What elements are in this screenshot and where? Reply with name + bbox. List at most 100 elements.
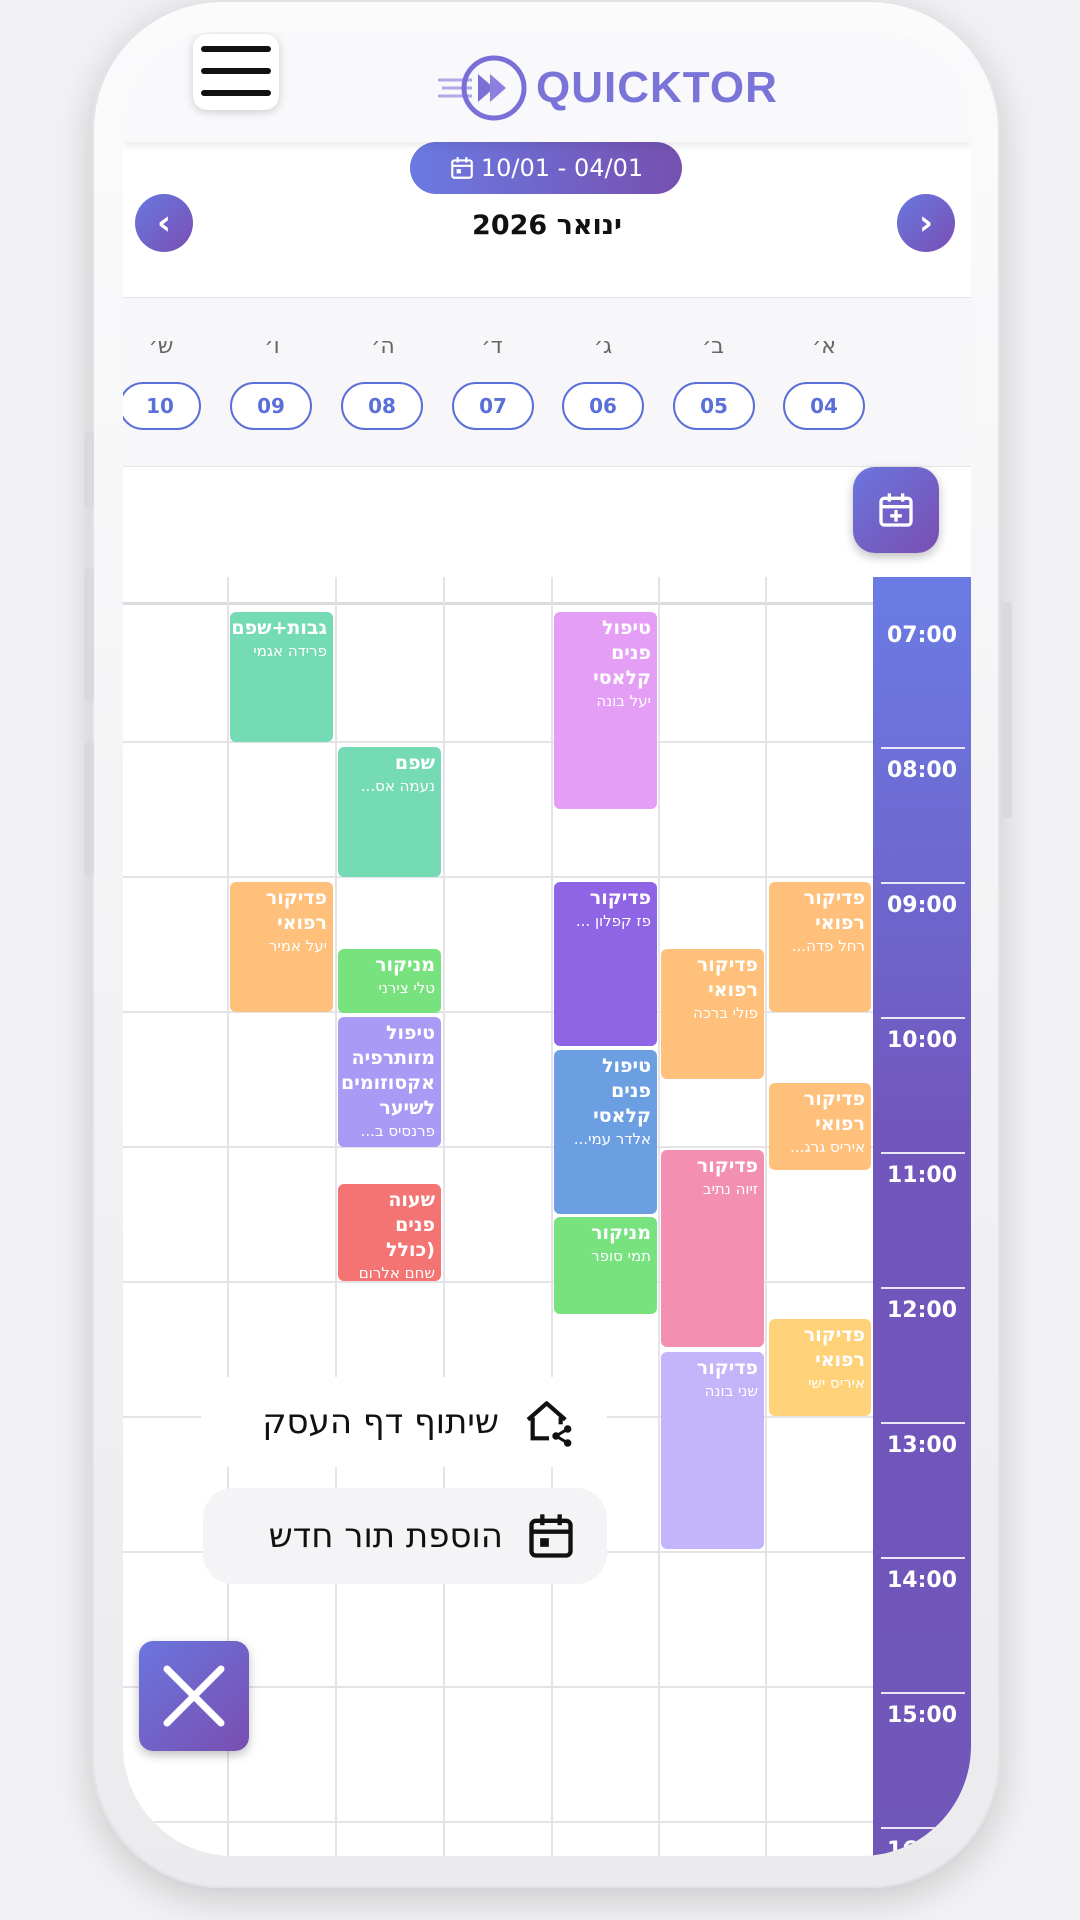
appointment-card[interactable]: פדיקור רפואי רחל פדה... <box>769 882 871 1012</box>
add-new-appointment-option[interactable]: הוספת תור חדש <box>203 1488 607 1584</box>
hamburger-menu-button[interactable] <box>193 34 279 110</box>
appointment-card[interactable]: פדיקור זיוה נתיב <box>661 1150 764 1347</box>
date-range-pill[interactable]: 10/01 - 04/01 <box>410 142 682 194</box>
side-button <box>84 742 94 876</box>
appointment-client: איריס ישי <box>807 1374 865 1392</box>
grid-divider <box>881 882 965 884</box>
appointment-title: פדיקור רפואי <box>265 887 327 934</box>
appointment-card[interactable]: פדיקור רפואי פולי ברכה <box>661 949 764 1079</box>
day-label: ב׳ <box>702 334 724 359</box>
day-chip-06[interactable]: 06 <box>562 382 644 430</box>
appointment-title: פדיקור רפואי <box>803 1088 865 1135</box>
add-appointment-label: הוספת תור חדש <box>268 1516 503 1556</box>
appointment-title: טיפול מזותרפיה אקסוזומים לשיער <box>341 1022 435 1119</box>
grid-divider <box>881 1152 965 1154</box>
appointment-client: שחם אלרום <box>358 1264 435 1281</box>
time-label: 08:00 <box>886 758 958 783</box>
appointment-client: זיוה נתיב <box>702 1180 758 1198</box>
appointment-card[interactable]: פדיקור רפואי איריס ישי <box>769 1319 871 1416</box>
share-label: שיתוף דף העסק <box>262 1402 499 1442</box>
appointment-title: פדיקור רפואי <box>696 954 758 1001</box>
grid-divider <box>658 577 660 1856</box>
day-chip-04[interactable]: 04 <box>783 382 865 430</box>
appointment-client: טלי צירני <box>378 979 435 997</box>
time-column: 07:00 08:00 09:00 10:00 11:00 12:00 13:0… <box>873 577 971 1856</box>
appointment-client: פרנסיס ב... <box>360 1122 435 1140</box>
grid-divider <box>123 1821 873 1823</box>
app-logo: QUICKTOR <box>438 52 778 124</box>
appointment-card[interactable]: טיפול מזותרפיה אקסוזומים לשיער פרנסיס ב.… <box>338 1017 441 1147</box>
day-chip-09[interactable]: 09 <box>230 382 312 430</box>
calendar-icon <box>529 1514 573 1558</box>
day-chip-05[interactable]: 05 <box>673 382 755 430</box>
day-chip-08[interactable]: 08 <box>341 382 423 430</box>
time-label: 15:00 <box>886 1703 958 1728</box>
appointment-card[interactable]: מניקור תמי סופר <box>554 1217 657 1314</box>
grid-divider <box>551 577 553 1856</box>
app-screen: QUICKTOR ‹ › 10/01 - 04/01 ינואר 2026 ש׳… <box>123 32 971 1856</box>
time-label: 09:00 <box>886 893 958 918</box>
date-range-text: 10/01 - 04/01 <box>480 154 644 182</box>
time-label: 10:00 <box>886 1028 958 1053</box>
appointment-title: פדיקור <box>696 1155 758 1177</box>
app-header: QUICKTOR <box>123 32 971 142</box>
appointment-client: אלדר עמי... <box>573 1130 651 1148</box>
grid-divider <box>123 876 873 878</box>
day-label: ג׳ <box>593 334 613 359</box>
day-label: ה׳ <box>371 334 395 359</box>
appointment-client: יעל אמיר <box>268 937 327 955</box>
appointment-client: רחל פדה... <box>791 937 865 955</box>
appointment-title: שעוה פנים (כולל <box>386 1189 435 1261</box>
appointment-title: טיפול פנים קלאסי <box>593 1055 651 1127</box>
appointment-title: גבות+שפם <box>231 617 327 639</box>
side-button <box>84 432 94 508</box>
appointment-card[interactable]: פדיקור פז קפלון ... <box>554 882 657 1046</box>
calendar-icon <box>451 157 473 179</box>
appointment-title: מניקור <box>375 954 435 976</box>
appointment-client: פולי ברכה <box>693 1004 758 1022</box>
day-label: א׳ <box>812 334 836 359</box>
grid-divider <box>881 1827 965 1829</box>
close-menu-button[interactable] <box>139 1641 249 1751</box>
time-label: 11:00 <box>886 1163 958 1188</box>
logo-text: QUICKTOR <box>536 63 778 112</box>
day-label: ד׳ <box>481 334 503 359</box>
day-strip: ש׳ 10 ו׳ 09 ה׳ 08 ד׳ 07 ג׳ 06 ב׳ 05 א׳ 0… <box>123 297 971 467</box>
appointment-card[interactable]: טיפול פנים קלאסי יעל בונה <box>554 612 657 809</box>
appointment-title: פדיקור <box>696 1357 758 1379</box>
side-button <box>84 568 94 702</box>
grid-divider <box>881 747 965 749</box>
appointment-client: תמי סופר <box>591 1247 651 1265</box>
day-label: ש׳ <box>148 334 174 359</box>
share-business-page-option[interactable]: שיתוף דף העסק <box>201 1377 607 1467</box>
time-label: 16:00 <box>886 1838 958 1856</box>
appointment-title: מניקור <box>591 1222 651 1244</box>
appointment-card[interactable]: גבות+שפם פרידה אגמי <box>230 612 333 742</box>
appointment-card[interactable]: פדיקור שני בונה <box>661 1352 764 1549</box>
appointment-title: פדיקור רפואי <box>803 1324 865 1371</box>
add-appointment-button[interactable] <box>853 467 939 553</box>
appointment-card[interactable]: שעוה פנים (כולל שחם אלרום <box>338 1184 441 1281</box>
grid-divider <box>881 1287 965 1289</box>
appointment-client: שני בונה <box>704 1382 758 1400</box>
side-button <box>1002 602 1012 818</box>
close-icon <box>163 1665 225 1727</box>
time-label: 12:00 <box>886 1298 958 1323</box>
appointment-client: נעמה אס... <box>360 777 435 795</box>
appointment-client: איריס גרג... <box>790 1138 865 1156</box>
appointment-card[interactable]: שפם נעמה אס... <box>338 747 441 877</box>
appointment-card[interactable]: מניקור טלי צירני <box>338 949 441 1013</box>
day-chip-07[interactable]: 07 <box>452 382 534 430</box>
appointment-card[interactable]: טיפול פנים קלאסי אלדר עמי... <box>554 1050 657 1214</box>
appointment-card[interactable]: פדיקור רפואי איריס גרג... <box>769 1083 871 1170</box>
calendar-plus-icon <box>879 493 913 527</box>
grid-divider <box>123 1146 873 1148</box>
appointment-title: פדיקור רפואי <box>803 887 865 934</box>
grid-divider <box>881 1557 965 1559</box>
grid-divider <box>765 577 767 1856</box>
appointment-card[interactable]: פדיקור רפואי יעל אמיר <box>230 882 333 1012</box>
day-chip-10[interactable]: 10 <box>123 382 201 430</box>
appointment-title: טיפול פנים קלאסי <box>593 617 651 689</box>
grid-divider <box>881 1692 965 1694</box>
time-label: 07:00 <box>886 623 958 648</box>
